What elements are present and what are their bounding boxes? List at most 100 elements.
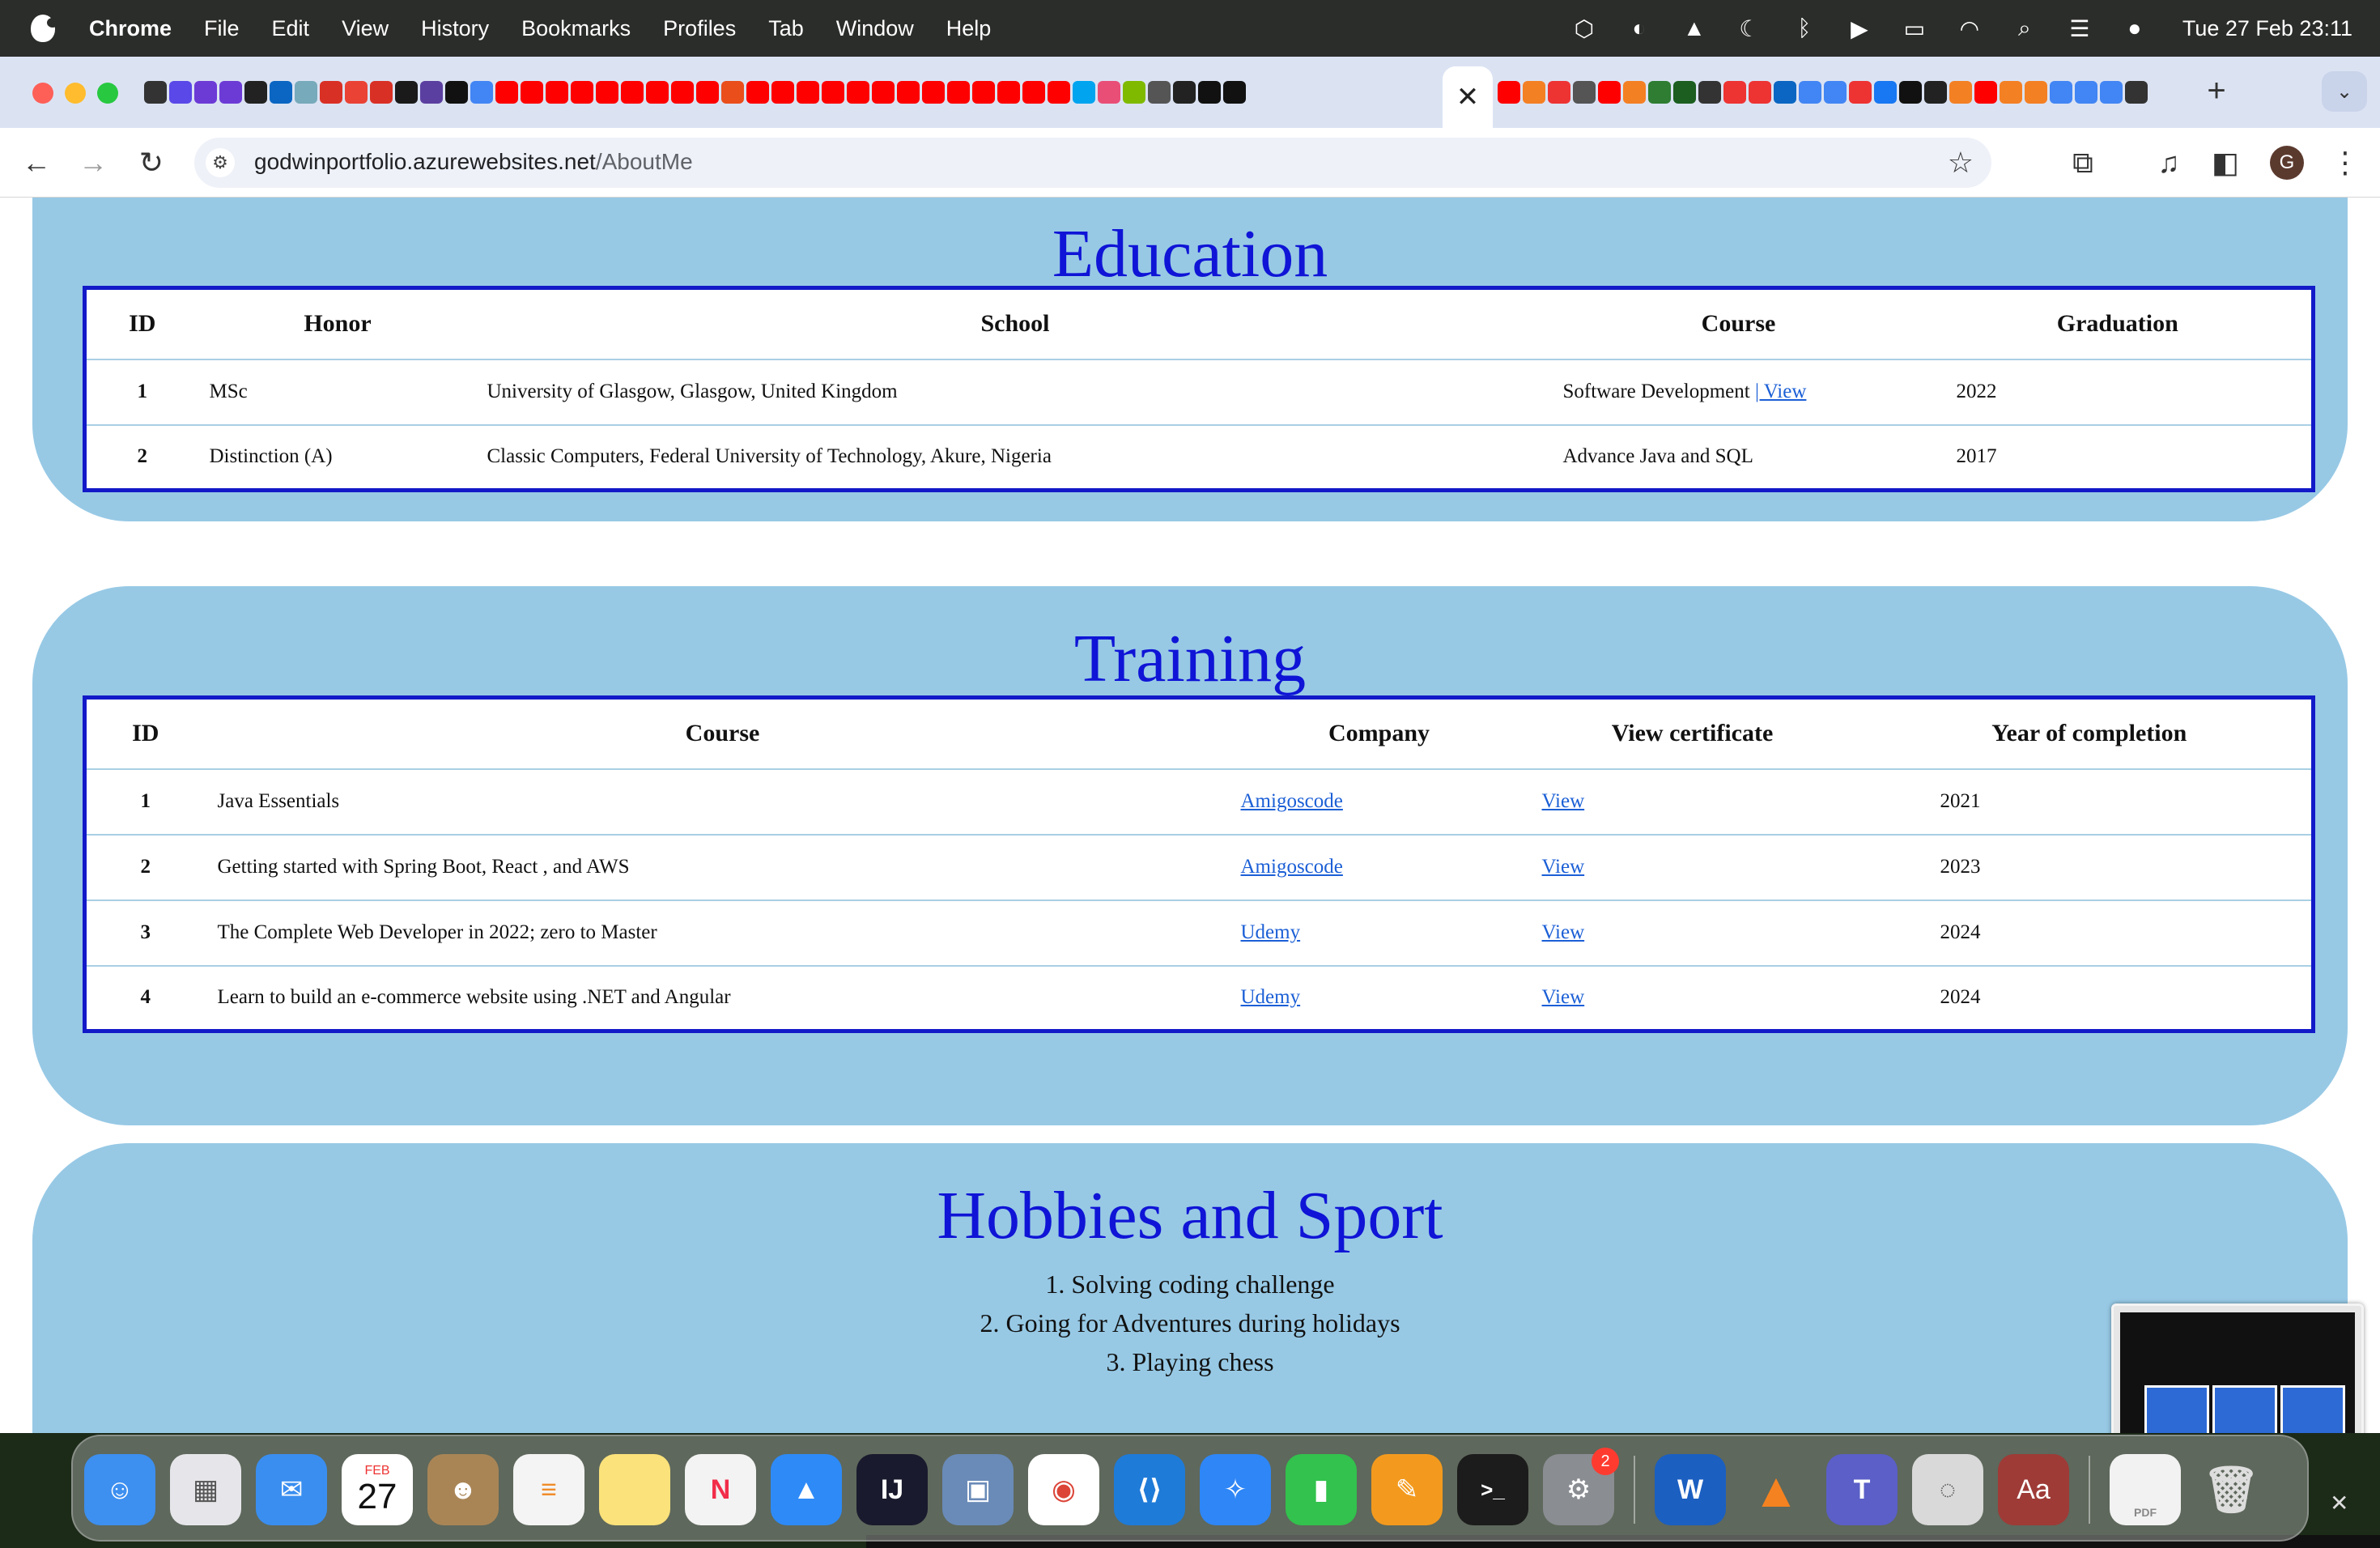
tab-favicon-icon[interactable] — [1824, 81, 1847, 104]
menu-history[interactable]: History — [421, 16, 489, 41]
vlc-status-icon[interactable]: ▲ — [1681, 15, 1708, 42]
tab-favicon-icon[interactable] — [1148, 81, 1171, 104]
tab-favicon-icon[interactable] — [194, 81, 217, 104]
tab-favicon-icon[interactable] — [2050, 81, 2072, 104]
view-certificate-link[interactable]: View — [1542, 921, 1585, 943]
tab-favicon-icon[interactable] — [1723, 81, 1746, 104]
tab-favicon-icon[interactable] — [144, 81, 167, 104]
tab-favicon-icon[interactable] — [320, 81, 342, 104]
tab-favicon-icon[interactable] — [169, 81, 192, 104]
preview-icon[interactable]: ▣ — [942, 1454, 1014, 1525]
system-settings-icon[interactable]: ⚙ 2 — [1543, 1448, 1619, 1525]
tab-favicon-icon[interactable] — [370, 81, 393, 104]
siri-icon[interactable]: ● — [2121, 15, 2148, 42]
tab-favicon-icon[interactable] — [2075, 81, 2097, 104]
tab-favicon-icon[interactable] — [1498, 81, 1520, 104]
tab-favicon-icon[interactable] — [345, 81, 368, 104]
tab-favicon-icon[interactable] — [797, 81, 819, 104]
tab-favicon-icon[interactable] — [2125, 81, 2148, 104]
tab-favicon-icon[interactable] — [1924, 81, 1947, 104]
tab-favicon-icon[interactable] — [947, 81, 970, 104]
tab-favicon-icon[interactable] — [1899, 81, 1922, 104]
tab-favicon-icon[interactable] — [1223, 81, 1246, 104]
tab-search-button[interactable]: ⌄ — [2322, 71, 2367, 112]
tab-favicon-icon[interactable] — [1648, 81, 1671, 104]
extensions-icon[interactable]: ⧉ — [2064, 144, 2102, 181]
kebab-menu-icon[interactable]: ⋮ — [2327, 144, 2364, 181]
teams-icon[interactable]: T — [1826, 1454, 1898, 1525]
tab-favicon-icon[interactable] — [1698, 81, 1721, 104]
chrome-icon[interactable]: ◉ — [1028, 1454, 1099, 1525]
vlc-icon[interactable]: ▲ — [1740, 1454, 1812, 1525]
tab-favicon-icon[interactable] — [495, 81, 518, 104]
menu-tab[interactable]: Tab — [768, 16, 804, 41]
view-certificate-link[interactable]: View — [1542, 986, 1585, 1008]
menu-view[interactable]: View — [342, 16, 389, 41]
reload-icon[interactable]: ↻ — [133, 144, 170, 181]
reminders-icon[interactable]: ≡ — [513, 1454, 584, 1525]
mail-icon[interactable]: ✉ — [256, 1454, 327, 1525]
side-panel-icon[interactable]: ◧ — [2207, 144, 2244, 181]
tab-favicon-icon[interactable] — [1673, 81, 1696, 104]
tab-favicon-icon[interactable] — [1198, 81, 1221, 104]
back-arrow-icon[interactable]: ← — [18, 144, 55, 181]
tab-favicon-icon[interactable] — [420, 81, 443, 104]
tab-favicon-icon[interactable] — [1949, 81, 1972, 104]
control-center-icon[interactable]: ☰ — [2066, 15, 2093, 42]
menubar-clock[interactable]: Tue 27 Feb 23:11 — [2182, 16, 2352, 41]
search-icon[interactable]: ⌕ — [2011, 15, 2038, 42]
company-link[interactable]: Udemy — [1241, 921, 1301, 943]
safari-status-icon[interactable]: ◐ — [1626, 15, 1653, 42]
tab-favicon-icon[interactable] — [696, 81, 719, 104]
tab-favicon-icon[interactable] — [1598, 81, 1621, 104]
menu-edit[interactable]: Edit — [272, 16, 310, 41]
tab-favicon-icon[interactable] — [1073, 81, 1095, 104]
company-link[interactable]: Amigoscode — [1241, 856, 1343, 878]
apple-icon[interactable] — [31, 15, 58, 42]
notes-icon[interactable] — [599, 1454, 670, 1525]
tab-favicon-icon[interactable] — [671, 81, 694, 104]
tab-favicon-icon[interactable] — [646, 81, 669, 104]
tab-favicon-icon[interactable] — [847, 81, 869, 104]
tab-favicon-icon[interactable] — [219, 81, 242, 104]
bookmark-star-icon[interactable]: ☆ — [1948, 146, 1974, 180]
dictionary-icon[interactable]: Aa — [1998, 1454, 2069, 1525]
tab-favicon-icon[interactable] — [546, 81, 568, 104]
box-status-icon[interactable]: ⬡ — [1570, 15, 1598, 42]
menu-help[interactable]: Help — [946, 16, 992, 41]
tab-favicon-icon[interactable] — [2100, 81, 2123, 104]
bluetooth-icon[interactable]: ᛒ — [1791, 15, 1818, 42]
tab-favicon-icon[interactable] — [1623, 81, 1646, 104]
tab-favicon-icon[interactable] — [621, 81, 644, 104]
company-link[interactable]: Amigoscode — [1241, 790, 1343, 812]
close-window-button[interactable] — [32, 83, 53, 104]
tab-favicon-icon[interactable] — [922, 81, 945, 104]
keynote-icon[interactable]: ▲ — [771, 1454, 842, 1525]
tab-favicon-icon[interactable] — [244, 81, 267, 104]
tab-favicon-icon[interactable] — [1548, 81, 1570, 104]
intellij-icon[interactable]: IJ — [856, 1454, 928, 1525]
zoom-window-button[interactable] — [97, 83, 118, 104]
tab-favicon-icon[interactable] — [1523, 81, 1545, 104]
calendar-icon[interactable]: FEB 27 — [342, 1454, 413, 1525]
tab-favicon-icon[interactable] — [1849, 81, 1872, 104]
whatsapp-icon[interactable]: ◌ — [1912, 1454, 1983, 1525]
terminal-icon[interactable]: >_ — [1457, 1454, 1528, 1525]
forward-arrow-icon[interactable]: → — [74, 144, 112, 181]
tab-favicon-icon[interactable] — [2000, 81, 2022, 104]
tab-favicon-icon[interactable] — [571, 81, 593, 104]
tab-favicon-icon[interactable] — [997, 81, 1020, 104]
view-certificate-link[interactable]: View — [1542, 790, 1585, 812]
new-tab-button[interactable]: + — [2199, 73, 2234, 108]
close-icon[interactable]: ✕ — [2330, 1490, 2348, 1516]
tab-favicon-icon[interactable] — [1173, 81, 1196, 104]
tab-favicon-icon[interactable] — [521, 81, 543, 104]
tab-favicon-icon[interactable] — [972, 81, 995, 104]
tab-favicon-icon[interactable] — [1022, 81, 1045, 104]
tab-favicon-icon[interactable] — [1098, 81, 1120, 104]
site-info-icon[interactable]: ⚙ — [206, 148, 235, 177]
menu-bookmarks[interactable]: Bookmarks — [521, 16, 631, 41]
tab-favicon-icon[interactable] — [596, 81, 618, 104]
numbers-icon[interactable]: ▮ — [1286, 1454, 1357, 1525]
pdf-file-icon[interactable]: PDF — [2110, 1454, 2181, 1525]
